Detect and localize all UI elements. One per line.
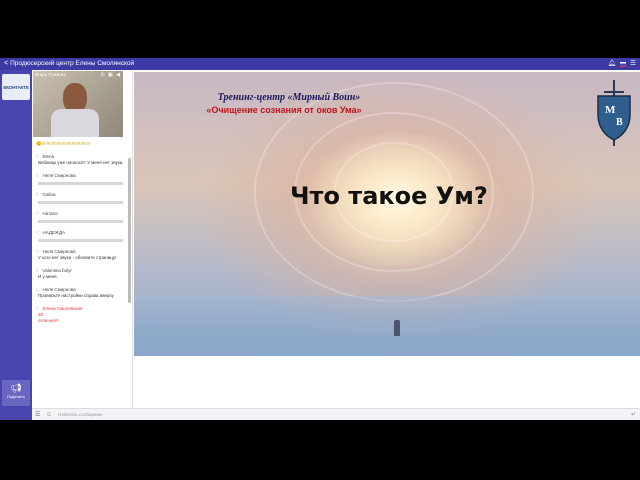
chat-message-text: И у меня <box>38 274 57 279</box>
video-controls[interactable]: ⊡ ▣ ◀ <box>100 72 121 78</box>
bell-icon[interactable]: 🔔︎ <box>608 58 616 70</box>
presenter-body <box>51 109 99 137</box>
chat-panel: Игорь Ружанко ⊡ ▣ ◀ 😊!!!!!!!!!!!!!!!!!!!… <box>32 70 133 408</box>
menu-icon[interactable]: ☰ <box>630 58 636 70</box>
author-name: НАДЕЖДА <box>42 230 66 235</box>
emoji-icon[interactable]: ☺ <box>46 412 54 418</box>
chat-message-author[interactable]: ☆ Наталя <box>35 211 123 217</box>
title-bar: < Продюсерский центр Елены Смолянской 🔔︎… <box>0 58 640 70</box>
vk-logo[interactable]: ВКОНТАКТЕ <box>2 74 30 100</box>
chat-message-text: Проверьте настройки справа вверху <box>38 293 114 298</box>
hidden-message-bar <box>38 220 123 223</box>
list-icon[interactable]: ☰ <box>35 411 43 418</box>
author-name: Елена Смолянская <box>42 306 83 311</box>
hidden-message-bar <box>38 201 123 204</box>
hidden-message-bar <box>38 239 123 242</box>
app-title: Продюсерский центр Елены Смолянской <box>10 60 135 67</box>
share-button[interactable]: 📢︎ Поделить <box>2 380 30 406</box>
chat-message-text: отлично!!! <box>38 318 59 323</box>
chat-message-author[interactable]: ☆ Неля Смирнова <box>35 173 123 179</box>
presenter-name: Игорь Ружанко <box>35 72 67 77</box>
user-avatar-icon: ☆ <box>35 173 40 179</box>
chat-input-bar: ☰ ☺ Написать сообщение ↵ <box>32 408 640 420</box>
chat-message: ☆ Неля Смирнова <box>35 173 123 185</box>
chat-message: ☆ Galina <box>35 192 123 204</box>
warrior-figure <box>394 320 400 336</box>
language-flag-icon[interactable] <box>620 61 627 67</box>
user-avatar-icon: ☆ <box>35 192 40 198</box>
author-name: Galina <box>42 192 56 197</box>
chat-message: ☆ Valentina bolyr И у меня <box>35 268 123 280</box>
water-surface <box>134 296 640 356</box>
presentation-slide: Тренинг-центр «Мирный Воин» «Очищение со… <box>134 72 640 356</box>
author-name: Наталя <box>42 211 58 216</box>
chat-message-author[interactable]: ☆ Galina <box>35 192 123 198</box>
megaphone-icon: 📢︎ <box>10 383 22 393</box>
shield-logo-icon: M B <box>597 80 631 146</box>
chat-emoji-message: 😊!!!!!!!!!!!!!!!!!!!!!!!!!!!!!!!!!!!!!!! <box>36 141 91 146</box>
slide-course-title: «Очищение сознания от оков Ума» <box>206 105 362 115</box>
svg-text:M: M <box>605 104 616 116</box>
share-icon[interactable]: < <box>4 58 8 70</box>
chat-message-text: У кого нет звука - обновите страницу! <box>38 255 117 260</box>
chat-message: ☆ Elena Вебинар уже начался? У меня нет зв… <box>35 154 123 166</box>
slide-org-title: Тренинг-центр «Мирный Воин» <box>217 92 361 103</box>
chat-scrollbar[interactable] <box>128 158 131 303</box>
slide-question: Что такое Ум? <box>290 182 488 210</box>
chat-input[interactable]: Написать сообщение <box>58 412 103 417</box>
user-avatar-icon: ☆ <box>35 211 40 217</box>
chat-message: ☆ Елена Смолянская 30 отлично!!! <box>35 306 123 324</box>
chat-message-author[interactable]: ☆ НАДЕЖДА <box>35 230 123 236</box>
hidden-message-bar <box>38 182 123 185</box>
chat-message: ☆ Неля Смирнова Проверьте настройки справа… <box>35 287 123 299</box>
chat-message: ☆ Неля Смирнова У кого нет звука - обновит… <box>35 249 123 261</box>
chat-message: ☆ НАДЕЖДА <box>35 230 123 242</box>
chat-message: ☆ Наталя <box>35 211 123 223</box>
presenter-video[interactable]: Игорь Ружанко ⊡ ▣ ◀ <box>33 71 123 137</box>
app-window: < Продюсерский центр Елены Смолянской 🔔︎… <box>0 58 640 420</box>
svg-text:B: B <box>616 117 623 128</box>
send-icon[interactable]: ↵ <box>631 411 636 418</box>
left-sidebar: ВКОНТАКТЕ 📢︎ Поделить <box>0 70 32 420</box>
author-name: Неля Смирнова <box>42 173 76 178</box>
chat-message-text: Вебинар уже начался? У меня нет звука <box>38 160 123 165</box>
chat-messages: ☆ Elena Вебинар уже начался? У меня нет зв… <box>35 154 123 331</box>
user-avatar-icon: ☆ <box>35 230 40 236</box>
